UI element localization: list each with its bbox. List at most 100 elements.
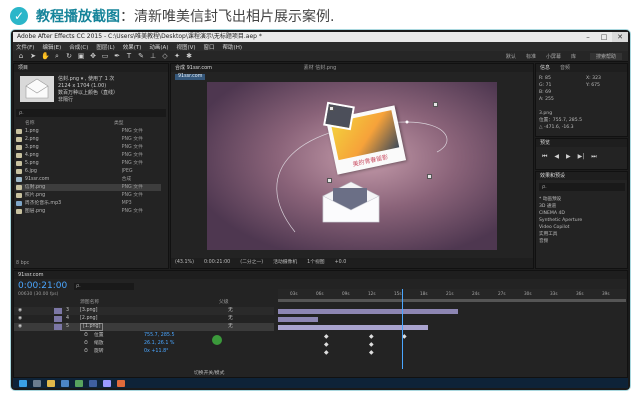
text-tool-icon[interactable]: T [125, 52, 133, 60]
effects-category[interactable]: CINEMA 4D [539, 210, 565, 217]
play-icon[interactable]: ▶ [566, 153, 571, 161]
camera-tool-icon[interactable]: ▣ [77, 52, 85, 60]
keyframe[interactable]: ◆ [369, 333, 374, 340]
footage-tab[interactable]: 素材 信封.png [304, 65, 337, 71]
rotate-tool-icon[interactable]: ↻ [65, 52, 73, 60]
pan-behind-tool-icon[interactable]: ✥ [89, 52, 97, 60]
workspace-standard[interactable]: 标准 [526, 53, 536, 60]
switch-modes-toggle[interactable]: 切换开关/模式 [194, 369, 224, 376]
roto-tool-icon[interactable]: ✦ [173, 52, 181, 60]
project-item[interactable]: 周杰伦音乐.mp3 MP3 [16, 200, 161, 207]
effects-category[interactable]: * 动画预设 [539, 196, 561, 203]
keyframe[interactable]: ◆ [324, 349, 329, 356]
property-value[interactable]: 26.1, 26.1 % [144, 340, 175, 348]
layer-row[interactable]: ◉ 4 [2.png] 无 [14, 315, 274, 323]
eraser-tool-icon[interactable]: ◇ [161, 52, 169, 60]
menu-item-composition[interactable]: 合成(C) [69, 43, 88, 51]
label-color-icon[interactable] [54, 308, 62, 314]
menu-item-effect[interactable]: 效果(T) [123, 43, 142, 51]
stopwatch-icon[interactable]: ⏱ [84, 340, 88, 348]
puppet-tool-icon[interactable]: ✱ [185, 52, 193, 60]
layer-parent[interactable]: 无 [228, 307, 233, 315]
camera-select[interactable]: 活动摄像机 [273, 258, 297, 268]
timeline-comp-tab[interactable]: 91ssr.com [18, 272, 43, 278]
timeline-timecode[interactable]: 0:00:21:00 [18, 281, 67, 291]
rectangle-tool-icon[interactable]: ▭ [101, 52, 109, 60]
effects-category[interactable]: Video Copilot [539, 224, 569, 231]
last-frame-icon[interactable]: ⏭ [591, 153, 596, 161]
composition-canvas[interactable]: 美的青春留影 [207, 82, 497, 250]
project-item[interactable]: 4.png PNG 文件 [16, 152, 161, 159]
visibility-icon[interactable]: ◉ [18, 315, 22, 323]
layer-row-selected[interactable]: ◉ 5 [1.png] 无 [14, 323, 274, 331]
property-value[interactable]: 755.7, 285.5 [144, 332, 175, 340]
layer-name[interactable]: [3.png] [80, 307, 97, 315]
effects-category[interactable]: Synthetic Aperture [539, 217, 582, 224]
visibility-icon[interactable]: ◉ [18, 323, 22, 331]
keyframe[interactable]: ◆ [324, 333, 329, 340]
preview-tab[interactable]: 预览 [540, 140, 550, 146]
menu-item-window[interactable]: 窗口 [204, 43, 215, 51]
keyframe[interactable]: ◆ [324, 341, 329, 348]
view-layout-select[interactable]: 1个视图 [307, 258, 324, 268]
first-frame-icon[interactable]: ⏮ [542, 153, 547, 161]
effects-category[interactable]: 3D 通道 [539, 203, 556, 210]
after-effects-icon[interactable] [103, 379, 111, 387]
audio-tab[interactable]: 音频 [560, 65, 570, 71]
project-item[interactable]: 91ssr.com 合成 [16, 176, 161, 183]
menu-item-edit[interactable]: 编辑(E) [42, 43, 61, 51]
exposure-value[interactable]: +0.0 [335, 258, 347, 268]
effects-tab[interactable]: 效果和预设 [540, 173, 565, 179]
project-item[interactable]: 1.png PNG 文件 [16, 128, 161, 135]
layer-bar-selected[interactable] [278, 325, 428, 330]
col-name-header[interactable]: 名称 [16, 120, 114, 127]
menu-item-animation[interactable]: 动画(A) [149, 43, 168, 51]
brush-tool-icon[interactable]: ✎ [137, 52, 145, 60]
layer-name[interactable]: [1.png] [80, 323, 104, 331]
timeline-search-input[interactable]: ρ. [74, 283, 134, 290]
help-search-input[interactable]: 搜索帮助 [589, 53, 622, 60]
project-item[interactable]: 照片.png PNG 文件 [16, 192, 161, 199]
info-tab[interactable]: 信息 [540, 65, 550, 71]
col-layer-name[interactable]: 源图名称 [80, 299, 99, 307]
playhead[interactable] [402, 289, 403, 369]
project-item-selected[interactable]: 信封.png PNG 文件 [16, 184, 161, 191]
project-item[interactable]: 3.png PNG 文件 [16, 144, 161, 151]
project-item[interactable]: 图层.png PNG 文件 [16, 208, 161, 215]
menu-item-help[interactable]: 帮助(H) [223, 43, 242, 51]
layer-parent[interactable]: 无 [228, 323, 233, 331]
project-search-input[interactable]: ρ. [16, 109, 166, 117]
project-item[interactable]: 6.jpg JPEG [16, 168, 161, 175]
col-parent[interactable]: 父级 [219, 299, 229, 307]
layer-bar[interactable] [278, 317, 318, 322]
pen-tool-icon[interactable]: ✒ [113, 52, 121, 60]
transform-handle[interactable] [433, 102, 438, 107]
app-icon[interactable] [75, 379, 83, 387]
transform-handle[interactable] [329, 106, 334, 111]
workspace-default[interactable]: 默认 [506, 53, 516, 60]
next-frame-icon[interactable]: ▶| [578, 153, 585, 161]
menu-item-layer[interactable]: 图层(L) [96, 43, 114, 51]
zoom-level[interactable]: (43.1%) [175, 258, 194, 268]
folder-icon[interactable] [47, 379, 55, 387]
selection-tool-icon[interactable]: ➤ [29, 52, 37, 60]
label-color-icon[interactable] [54, 316, 62, 322]
property-row[interactable]: ⏱ 位置 755.7, 285.5 [14, 332, 274, 340]
project-item[interactable]: 5.png PNG 文件 [16, 160, 161, 167]
viewer-timecode[interactable]: 0:00:21:00 [204, 258, 230, 268]
layer-bar[interactable] [278, 309, 458, 314]
bpc-label[interactable]: 8 bpc [16, 261, 29, 266]
col-type-header[interactable]: 类型 [114, 120, 154, 127]
visibility-icon[interactable]: ◉ [18, 307, 22, 315]
keyframe[interactable]: ◆ [369, 349, 374, 356]
resolution-select[interactable]: (二分之一) [240, 258, 263, 268]
effects-search-input[interactable]: ρ. [539, 183, 625, 191]
stopwatch-icon[interactable]: ⏱ [84, 332, 88, 340]
property-value[interactable]: 0x +11.8° [144, 348, 169, 356]
stopwatch-icon[interactable]: ⏱ [84, 348, 88, 356]
browser-icon[interactable] [61, 379, 69, 387]
keyframe[interactable]: ◆ [369, 341, 374, 348]
property-row[interactable]: ⏱ 缩放 26.1, 26.1 % [14, 340, 274, 348]
transform-handle[interactable] [427, 174, 432, 179]
property-row[interactable]: ⏱ 旋转 0x +11.8° [14, 348, 274, 356]
